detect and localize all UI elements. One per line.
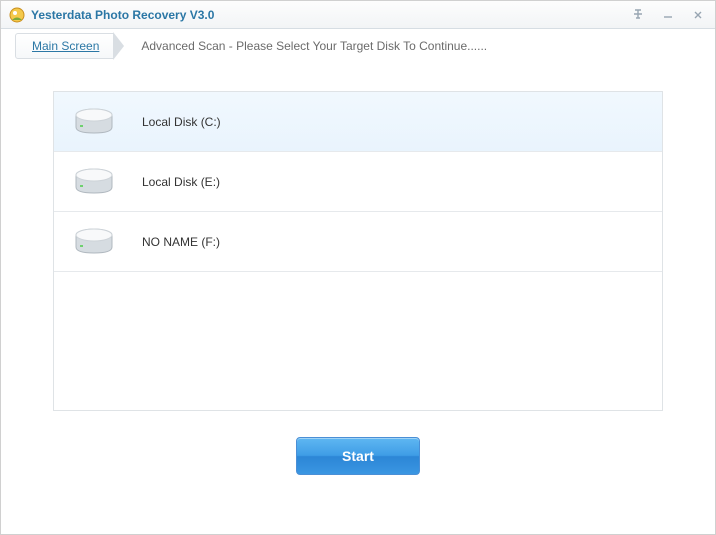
- breadcrumb-arrow-icon: [114, 33, 124, 59]
- hard-drive-icon: [72, 105, 116, 139]
- close-button[interactable]: [689, 7, 707, 23]
- window-title: Yesterdata Photo Recovery V3.0: [31, 8, 629, 22]
- minimize-button[interactable]: [659, 7, 677, 23]
- app-icon: [9, 7, 25, 23]
- disk-label: Local Disk (C:): [142, 115, 221, 129]
- disk-list-panel: Local Disk (C:) Local Disk (E:): [53, 91, 663, 411]
- disk-row[interactable]: Local Disk (E:): [54, 152, 662, 212]
- disk-row[interactable]: Local Disk (C:): [54, 92, 662, 152]
- content-area: Local Disk (C:) Local Disk (E:): [1, 63, 715, 485]
- main-screen-link[interactable]: Main Screen: [32, 39, 99, 53]
- window-controls: [629, 7, 707, 23]
- breadcrumb-subtitle: Advanced Scan - Please Select Your Targe…: [141, 39, 487, 53]
- footer: Start: [53, 437, 663, 475]
- hard-drive-icon: [72, 225, 116, 259]
- disk-label: Local Disk (E:): [142, 175, 220, 189]
- disk-row[interactable]: NO NAME (F:): [54, 212, 662, 272]
- pin-button[interactable]: [629, 7, 647, 23]
- breadcrumb-main[interactable]: Main Screen: [15, 33, 114, 59]
- title-bar: Yesterdata Photo Recovery V3.0: [1, 1, 715, 29]
- hard-drive-icon: [72, 165, 116, 199]
- start-button[interactable]: Start: [296, 437, 420, 475]
- breadcrumb: Main Screen Advanced Scan - Please Selec…: [1, 29, 715, 63]
- disk-label: NO NAME (F:): [142, 235, 220, 249]
